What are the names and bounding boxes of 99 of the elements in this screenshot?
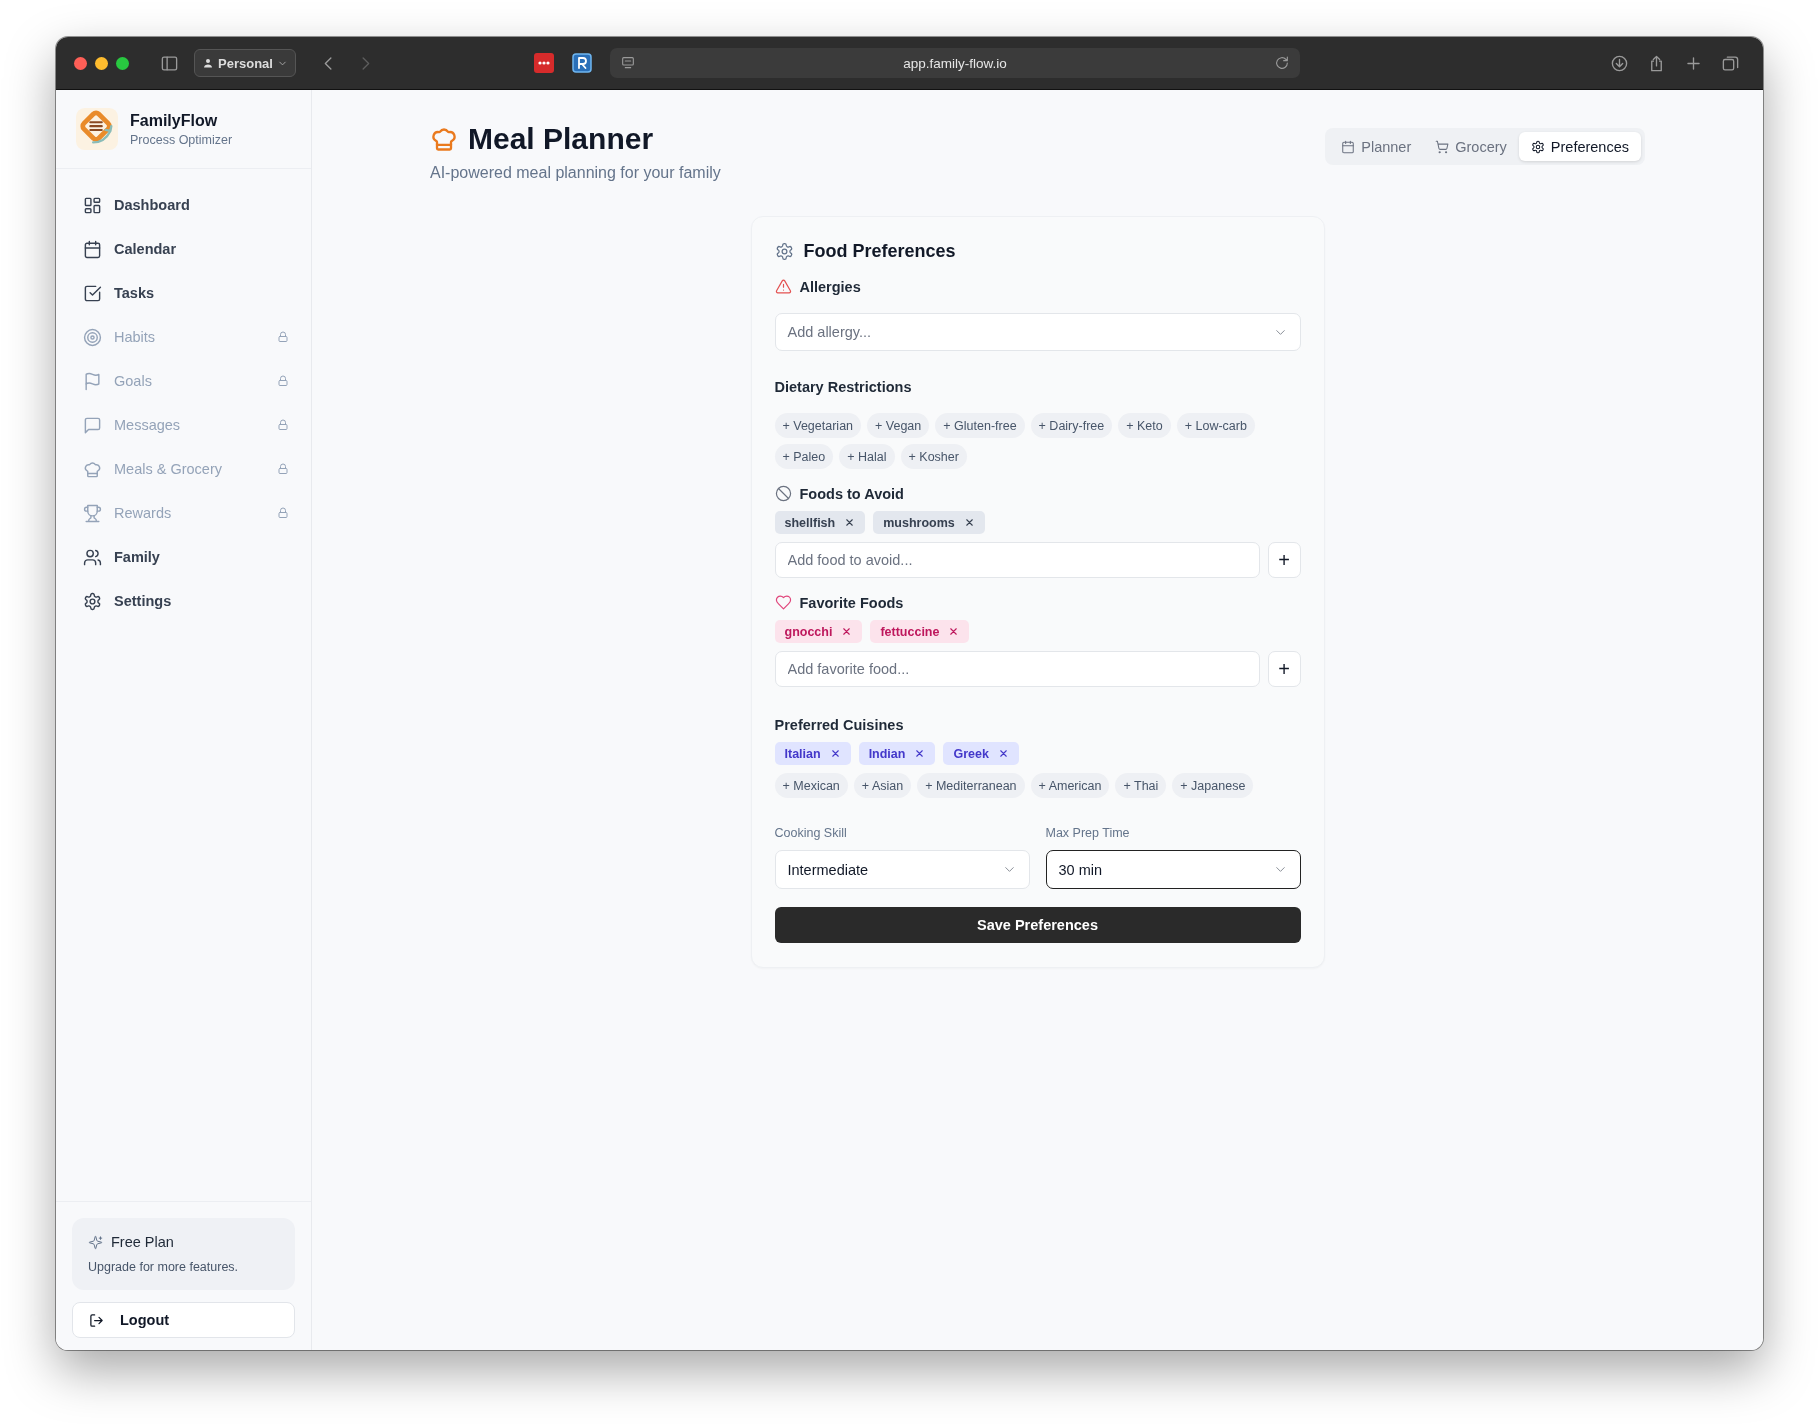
add-option-chip[interactable]: + Paleo: [774, 444, 834, 469]
settings-icon: [1530, 139, 1545, 154]
add-option-chip[interactable]: + Low-carb: [1176, 413, 1255, 438]
close-icon[interactable]: [948, 626, 960, 637]
add-button[interactable]: +: [1267, 651, 1301, 687]
food-tag: shellfish: [774, 511, 866, 534]
reload-icon[interactable]: [1273, 55, 1290, 71]
close-icon[interactable]: [963, 517, 975, 528]
trophy-icon: [83, 503, 102, 523]
add-button[interactable]: +: [1267, 542, 1301, 578]
checkbox-icon: [83, 283, 102, 303]
chef-hat-icon: [430, 125, 458, 153]
lock-icon: [277, 463, 289, 475]
chef-hat-icon: [83, 459, 102, 479]
add-option-chip[interactable]: + Gluten-free: [935, 413, 1025, 438]
person-icon: [202, 57, 214, 69]
target-icon: [83, 327, 102, 347]
add-option-chip[interactable]: + Mediterranean: [917, 773, 1025, 798]
nav-item[interactable]: Settings: [56, 579, 311, 623]
logo-icon: [76, 108, 118, 150]
cuisine-tag: Indian: [858, 742, 936, 765]
sidebar-toggle-icon[interactable]: [160, 53, 179, 73]
sparkles-icon: [88, 1234, 103, 1250]
nav-item[interactable]: Dashboard: [56, 183, 311, 227]
add-option-chip[interactable]: + American: [1030, 773, 1110, 798]
add-option-chip[interactable]: + Mexican: [774, 773, 848, 798]
close-window-button[interactable]: [74, 56, 87, 70]
page-subtitle: AI-powered meal planning for your family: [430, 164, 721, 182]
app-tagline: Process Optimizer: [130, 132, 233, 147]
maximize-window-button[interactable]: [116, 56, 129, 70]
dropdown-field[interactable]: 30 min: [1045, 850, 1301, 889]
tab[interactable]: Planner: [1329, 132, 1424, 161]
lock-icon: [277, 507, 289, 519]
add-option-chip[interactable]: + Dairy-free: [1030, 413, 1113, 438]
close-icon[interactable]: [914, 748, 926, 759]
field-label: Cooking Skill: [774, 826, 848, 840]
logout-button[interactable]: Logout: [72, 1302, 295, 1338]
allergy-select[interactable]: Add allergy...: [774, 313, 1301, 351]
profile-button[interactable]: Personal: [194, 49, 296, 77]
lock-icon: [277, 375, 289, 387]
ban-icon: [774, 485, 792, 502]
add-option-chip[interactable]: + Keto: [1118, 413, 1171, 438]
section-label: Favorite Foods: [799, 594, 904, 611]
add-option-chip[interactable]: + Asian: [853, 773, 912, 798]
cart-icon: [1435, 139, 1450, 154]
add-option-chip[interactable]: + Vegan: [867, 413, 930, 438]
minimize-window-button[interactable]: [95, 56, 108, 70]
food-tag: mushrooms: [873, 511, 985, 534]
close-icon[interactable]: [841, 626, 853, 637]
add-option-chip[interactable]: + Vegetarian: [774, 413, 862, 438]
nav-item[interactable]: Tasks: [56, 271, 311, 315]
tab[interactable]: Grocery: [1423, 132, 1519, 161]
download-icon[interactable]: [1610, 53, 1629, 73]
food-tag: gnocchi: [774, 620, 863, 643]
section-label: Dietary Restrictions: [774, 379, 912, 395]
add-option-chip[interactable]: + Japanese: [1172, 773, 1254, 798]
extension-icon[interactable]: [571, 53, 592, 73]
dropdown-field[interactable]: Intermediate: [774, 850, 1030, 889]
nav-item[interactable]: Family: [56, 535, 311, 579]
section-label: Foods to Avoid: [799, 485, 904, 502]
address-bar[interactable]: app.family-flow.io: [609, 48, 1300, 78]
save-button[interactable]: Save Preferences: [774, 907, 1301, 943]
close-icon[interactable]: [829, 748, 841, 759]
input-field[interactable]: Add food to avoid...: [774, 542, 1260, 578]
cuisine-tag: Greek: [943, 742, 1019, 765]
dashboard-icon: [83, 195, 102, 215]
plan-title: Free Plan: [111, 1234, 174, 1250]
section-label: Allergies: [799, 278, 861, 295]
page-menu-icon[interactable]: [619, 55, 636, 71]
password-extension-icon[interactable]: [533, 53, 554, 73]
calendar-icon: [1341, 139, 1356, 154]
chat-bubble-icon: [83, 415, 102, 435]
card-title: Food Preferences: [803, 241, 956, 262]
add-option-chip[interactable]: + Thai: [1115, 773, 1167, 798]
section-label: Preferred Cuisines: [774, 717, 904, 733]
add-option-chip[interactable]: + Halal: [839, 444, 895, 469]
warning-icon: [774, 278, 792, 295]
close-icon[interactable]: [844, 517, 856, 528]
settings-icon: [83, 591, 102, 611]
app-name: FamilyFlow: [130, 111, 219, 130]
cuisine-tag: Italian: [774, 742, 851, 765]
flag-icon: [83, 371, 102, 391]
input-field[interactable]: Add favorite food...: [774, 651, 1260, 687]
tabs-overview-icon[interactable]: [1721, 53, 1740, 73]
plan-text: Upgrade for more features.: [88, 1260, 240, 1274]
lock-icon: [277, 419, 289, 431]
tab[interactable]: Preferences: [1518, 132, 1641, 161]
field-label: Max Prep Time: [1045, 826, 1131, 840]
add-option-chip[interactable]: + Kosher: [900, 444, 967, 469]
lock-icon: [277, 331, 289, 343]
logout-icon: [89, 1312, 104, 1328]
settings-icon: [774, 242, 794, 261]
page-title: Meal Planner: [468, 122, 654, 156]
heart-icon: [774, 594, 792, 611]
people-icon: [83, 547, 102, 567]
food-tag: fettuccine: [870, 620, 970, 643]
calendar-icon: [83, 239, 102, 259]
close-icon[interactable]: [997, 748, 1009, 759]
nav-item[interactable]: Calendar: [56, 227, 311, 271]
